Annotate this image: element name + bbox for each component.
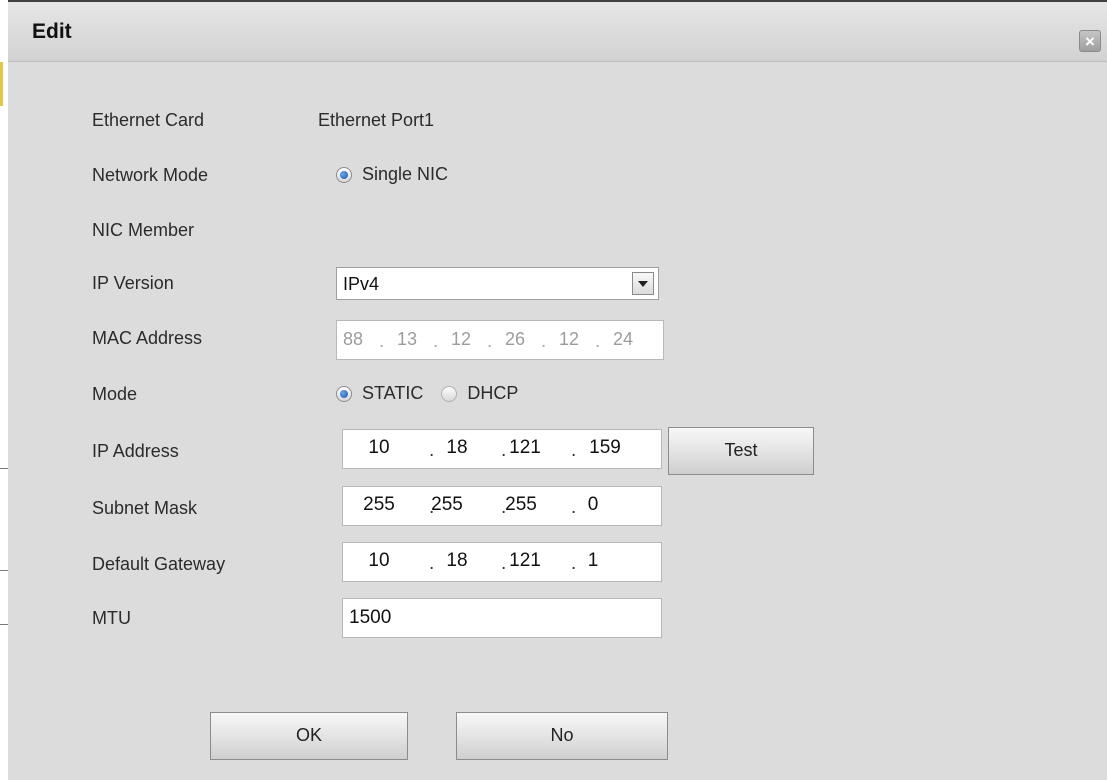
mac-octet-3: 12	[450, 329, 472, 349]
mode-radio-group: STATIC DHCP	[336, 383, 536, 404]
ethernet-card-row: Ethernet Card Ethernet Port1	[92, 102, 992, 142]
edit-dialog: Edit × Ethernet Card Ethernet Port1 Netw…	[8, 0, 1107, 780]
ip-octet-3[interactable]: 121	[495, 437, 555, 459]
mask-octet-3[interactable]: 255	[491, 494, 551, 516]
ip-octet-1[interactable]: 10	[349, 437, 409, 459]
no-button[interactable]: No	[456, 712, 668, 760]
mtu-row: MTU	[92, 598, 992, 638]
single-nic-label[interactable]: Single NIC	[362, 164, 448, 185]
close-icon[interactable]: ×	[1079, 30, 1101, 52]
mask-octet-4[interactable]: 0	[563, 494, 623, 516]
mtu-label: MTU	[92, 608, 131, 628]
dialog-title: Edit	[32, 20, 72, 43]
ethernet-card-value: Ethernet Port1	[318, 110, 435, 130]
network-mode-label: Network Mode	[92, 165, 209, 185]
mac-octet-4: 26	[504, 329, 526, 349]
dialog-titlebar: Edit ×	[8, 2, 1107, 62]
static-radio[interactable]	[336, 385, 352, 402]
dhcp-radio[interactable]	[441, 385, 458, 402]
single-nic-radio[interactable]	[336, 166, 352, 183]
ethernet-card-label: Ethernet Card	[92, 110, 205, 130]
subnet-mask-field[interactable]: 255 . 255 . 255 . 0	[342, 486, 662, 526]
gateway-octet-3[interactable]: 121	[495, 550, 555, 572]
background-tick	[0, 624, 8, 625]
network-mode-radio-group: Single NIC	[336, 164, 466, 185]
default-gateway-field[interactable]: 10 . 18 . 121 . 1	[342, 542, 662, 582]
mtu-input[interactable]	[342, 598, 662, 638]
ip-address-row: IP Address 10 . 18 . 121 . 159 Test	[92, 427, 992, 475]
background-tick	[0, 468, 8, 469]
mac-address-label: MAC Address	[92, 328, 203, 348]
ip-octet-2[interactable]: 18	[427, 437, 487, 459]
ip-octet-4[interactable]: 159	[575, 437, 635, 459]
gateway-octet-1[interactable]: 10	[349, 550, 409, 572]
ok-button[interactable]: OK	[210, 712, 408, 760]
mac-octet-6: 24	[612, 329, 634, 349]
subnet-mask-row: Subnet Mask 255 . 255 . 255 . 0	[92, 486, 992, 526]
test-button[interactable]: Test	[668, 427, 814, 475]
mac-octet-2: 13	[396, 329, 418, 349]
default-gateway-label: Default Gateway	[92, 554, 226, 574]
network-mode-row: Network Mode Single NIC	[92, 157, 992, 197]
mask-octet-1[interactable]: 255	[349, 494, 409, 516]
mac-octet-1: 88	[342, 329, 364, 349]
ip-version-value: IPv4	[343, 274, 380, 294]
mode-label: Mode	[92, 384, 138, 404]
ip-version-row: IP Version IPv4	[92, 265, 992, 305]
default-gateway-row: Default Gateway 10 . 18 . 121 . 1	[92, 542, 992, 582]
nic-member-row: NIC Member	[92, 212, 992, 252]
ip-address-field[interactable]: 10 . 18 . 121 . 159	[342, 429, 662, 469]
static-label[interactable]: STATIC	[362, 383, 423, 404]
chevron-down-icon[interactable]	[632, 272, 654, 295]
gateway-octet-4[interactable]: 1	[563, 550, 623, 572]
ip-address-label: IP Address	[92, 441, 179, 461]
background-accent	[0, 62, 3, 106]
mac-address-field: 88 . 13 . 12 . 26 . 12 . 24	[336, 320, 664, 360]
mac-octet-5: 12	[558, 329, 580, 349]
gateway-octet-2[interactable]: 18	[427, 550, 487, 572]
subnet-mask-label: Subnet Mask	[92, 498, 198, 518]
mask-octet-2[interactable]: 255	[417, 494, 477, 516]
background-tick	[0, 570, 8, 571]
mac-address-row: MAC Address 88 . 13 . 12 . 26 . 12 . 24	[92, 320, 992, 360]
dhcp-label[interactable]: DHCP	[467, 383, 518, 404]
nic-member-label: NIC Member	[92, 220, 195, 240]
mode-row: Mode STATIC DHCP	[92, 376, 992, 416]
ip-version-select[interactable]: IPv4	[336, 267, 659, 300]
ip-version-label: IP Version	[92, 273, 174, 293]
